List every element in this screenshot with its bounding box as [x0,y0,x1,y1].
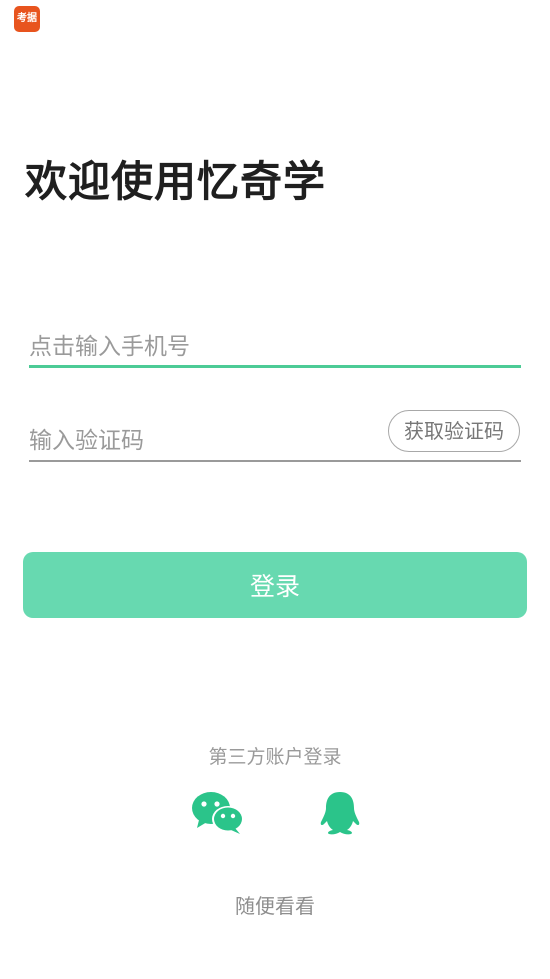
login-button[interactable]: 登录 [23,552,527,618]
wechat-icon [192,792,244,834]
get-code-button[interactable]: 获取验证码 [388,410,520,452]
code-field: 获取验证码 [29,410,521,462]
qq-login-button[interactable] [318,790,362,836]
phone-input[interactable] [29,330,359,364]
phone-field [29,330,521,368]
page-title: 欢迎使用忆奇学 [25,157,327,206]
app-icon: 考据 [14,6,40,32]
browse-as-guest-link[interactable]: 随便看看 [0,890,550,919]
verification-code-input[interactable] [29,424,359,458]
qq-icon [320,792,360,835]
wechat-login-button[interactable] [191,790,245,836]
third-party-label: 第三方账户登录 [208,746,342,768]
